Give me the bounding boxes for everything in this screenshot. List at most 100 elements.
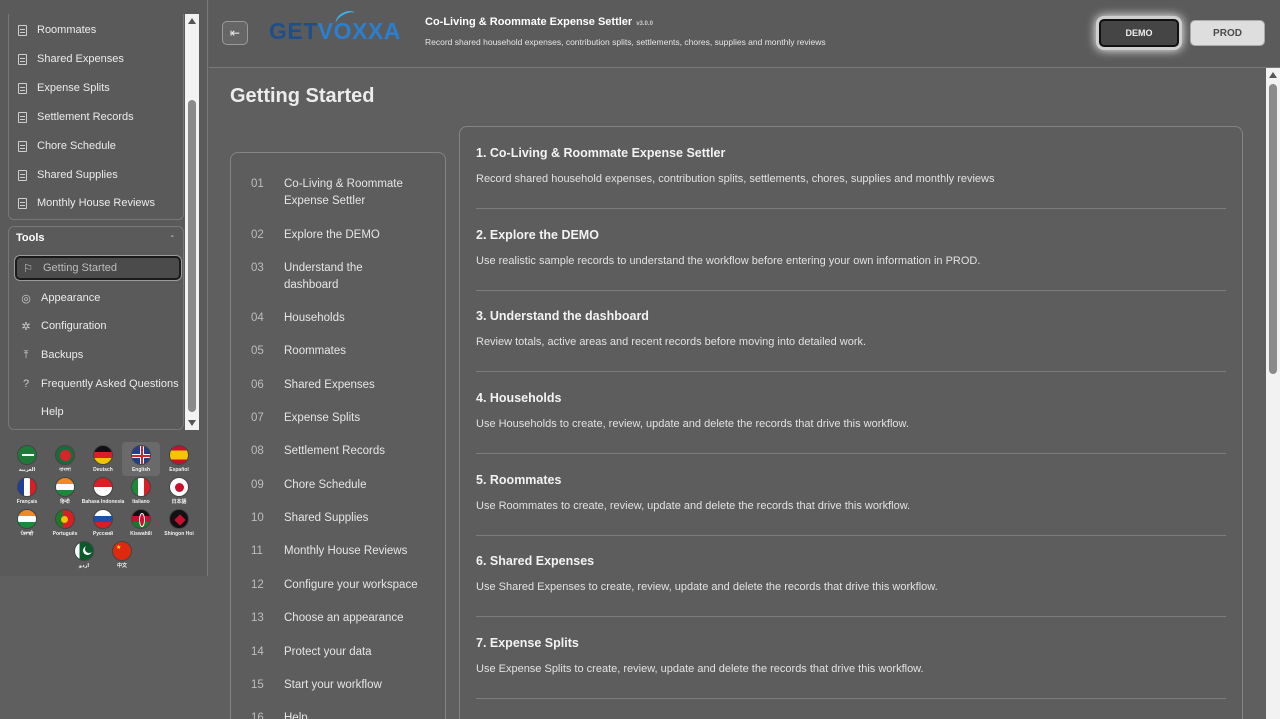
bangladesh-flag-icon: [55, 445, 75, 465]
toc-item[interactable]: 14 Protect your data: [251, 644, 441, 661]
sidebar-item-monthly-house-reviews[interactable]: Monthly House Reviews: [15, 191, 155, 215]
language-spanish[interactable]: Español: [160, 442, 198, 476]
language-label: 日本語: [171, 499, 187, 505]
language-italian[interactable]: Italiano: [122, 474, 160, 508]
scroll-up-arrow-icon[interactable]: [188, 18, 196, 24]
language-label: Kiswahili: [130, 531, 152, 537]
sidebar-item-shared-expenses[interactable]: Shared Expenses: [15, 47, 124, 71]
toc-item[interactable]: 13 Choose an appearance: [251, 610, 441, 627]
kenya-flag-icon: [131, 509, 151, 529]
section-description: Use Roommates to create, review, update …: [476, 500, 911, 512]
collapse-sidebar-icon: ⇤: [229, 26, 241, 40]
tool-item-help[interactable]: Help: [15, 400, 181, 424]
app-version: v3.0.0: [636, 21, 653, 27]
france-flag-icon: [17, 477, 37, 497]
tool-item-appearance[interactable]: ◎ Appearance: [15, 286, 181, 310]
guide-section: 7. Expense Splits Use Expense Splits to …: [476, 617, 1226, 699]
document-icon: [15, 197, 29, 209]
language-french[interactable]: Français: [8, 474, 46, 508]
language-label: Italiano: [132, 499, 150, 505]
language-chinese[interactable]: ★ 中文: [103, 538, 141, 572]
sidebar-item-expense-splits[interactable]: Expense Splits: [15, 76, 110, 100]
toc-label: Shared Supplies: [284, 512, 369, 524]
collapse-sidebar-button[interactable]: ⇤: [222, 21, 248, 45]
tool-item-faq[interactable]: ? Frequently Asked Questions: [15, 372, 181, 396]
toc-item[interactable]: 02 Explore the DEMO: [251, 227, 441, 244]
scroll-up-arrow-icon[interactable]: [1269, 72, 1277, 78]
language-punjabi[interactable]: ਪੰਜਾਬੀ: [8, 506, 46, 540]
toc-item[interactable]: 08 Settlement Records: [251, 443, 441, 460]
sidebar-item-chore-schedule[interactable]: Chore Schedule: [15, 134, 116, 158]
india-flag-icon: [55, 477, 75, 497]
toc-item[interactable]: 04 Households: [251, 310, 441, 327]
tool-item-configuration[interactable]: ✲ Configuration: [15, 314, 181, 338]
toc-item[interactable]: 16 Help: [251, 710, 441, 719]
sidebar-item-label: Shared Supplies: [37, 169, 118, 181]
help-circle-icon: ?: [22, 378, 30, 390]
language-bengali[interactable]: বাংলা: [46, 442, 84, 476]
tool-item-label: Configuration: [41, 320, 107, 332]
demo-mode-button[interactable]: DEMO: [1099, 19, 1179, 47]
russia-flag-icon: [93, 509, 113, 529]
table-of-contents: 01 Co-Living & Roommate Expense Settler 0…: [230, 152, 446, 719]
toc-item[interactable]: 15 Start your workflow: [251, 677, 441, 694]
toc-label: Explore the DEMO: [284, 229, 380, 241]
language-swahili[interactable]: Kiswahili: [122, 506, 160, 540]
saudi-flag-icon: [17, 445, 37, 465]
spain-flag-icon: [169, 445, 189, 465]
app-title-text: Co-Living & Roommate Expense Settler: [425, 16, 633, 28]
language-hindi[interactable]: हिन्दी: [46, 474, 84, 508]
sidebar-scrollbar[interactable]: [185, 14, 199, 430]
tool-item-label: Appearance: [41, 292, 101, 304]
toc-label: Households: [284, 312, 345, 324]
toc-item[interactable]: 12 Configure your workspace: [251, 577, 441, 594]
app-title: Co-Living & Roommate Expense Settler v3.0…: [425, 16, 653, 28]
language-indonesian[interactable]: Bahasa Indonesia: [82, 474, 124, 508]
toc-item[interactable]: 06 Shared Expenses: [251, 377, 441, 394]
toc-item[interactable]: 11 Monthly House Reviews: [251, 543, 441, 560]
toc-item[interactable]: 05 Roommates: [251, 343, 441, 360]
language-arabic[interactable]: العربية: [8, 442, 46, 476]
china-flag-icon: ★: [112, 541, 132, 561]
toc-item[interactable]: 07 Expense Splits: [251, 410, 441, 427]
italy-flag-icon: [131, 477, 151, 497]
guide-section: 2. Explore the DEMO Use realistic sample…: [476, 209, 1226, 291]
sidebar-item-settlement-records[interactable]: Settlement Records: [15, 105, 134, 129]
portugal-flag-icon: [55, 509, 75, 529]
main-scrollbar[interactable]: [1266, 68, 1280, 719]
language-german[interactable]: Deutsch: [84, 442, 122, 476]
toc-label: Settlement Records: [284, 445, 385, 457]
scroll-down-arrow-icon[interactable]: [188, 420, 196, 426]
tools-collapse-toggle[interactable]: -: [171, 231, 174, 242]
toc-label: Monthly House Reviews: [284, 545, 408, 557]
tool-item-backups[interactable]: ⤒ Backups: [15, 343, 181, 367]
language-japanese[interactable]: 日本語: [160, 474, 198, 508]
toc-number: 10: [251, 512, 264, 524]
sidebar: Roommates Shared Expenses Expense Splits…: [0, 0, 208, 576]
language-urdu[interactable]: اردو: [65, 538, 103, 572]
section-title: 1. Co-Living & Roommate Expense Settler: [476, 146, 726, 160]
toc-item[interactable]: 03 Understand the dashboard: [251, 260, 441, 294]
toc-item[interactable]: 09 Chore Schedule: [251, 477, 441, 494]
language-label: English: [131, 467, 151, 473]
toc-label: Shared Expenses: [284, 379, 375, 391]
language-portuguese[interactable]: Português: [46, 506, 84, 540]
tool-item-getting-started[interactable]: ⚐ Getting Started: [15, 256, 181, 280]
language-shingon-hoi[interactable]: Shingon Hoi: [160, 506, 198, 540]
scrollbar-thumb[interactable]: [188, 100, 196, 412]
scrollbar-thumb[interactable]: [1269, 84, 1277, 374]
language-english[interactable]: English: [122, 442, 160, 476]
toc-item[interactable]: 01 Co-Living & Roommate Expense Settler: [251, 176, 441, 210]
toc-number: 03: [251, 262, 264, 274]
toc-item[interactable]: 10 Shared Supplies: [251, 510, 441, 527]
prod-mode-button[interactable]: PROD: [1190, 20, 1265, 46]
document-icon: [15, 82, 29, 94]
language-label: Shingon Hoi: [164, 531, 194, 537]
sidebar-item-roommates[interactable]: Roommates: [15, 18, 96, 42]
sidebar-item-shared-supplies[interactable]: Shared Supplies: [15, 163, 118, 187]
app-header: ⇤ GETVOXXA Co-Living & Roommate Expense …: [209, 0, 1280, 68]
page-title: Getting Started: [230, 85, 375, 107]
document-icon: [15, 169, 29, 181]
language-russian[interactable]: Русский: [84, 506, 122, 540]
toc-number: 04: [251, 312, 264, 324]
